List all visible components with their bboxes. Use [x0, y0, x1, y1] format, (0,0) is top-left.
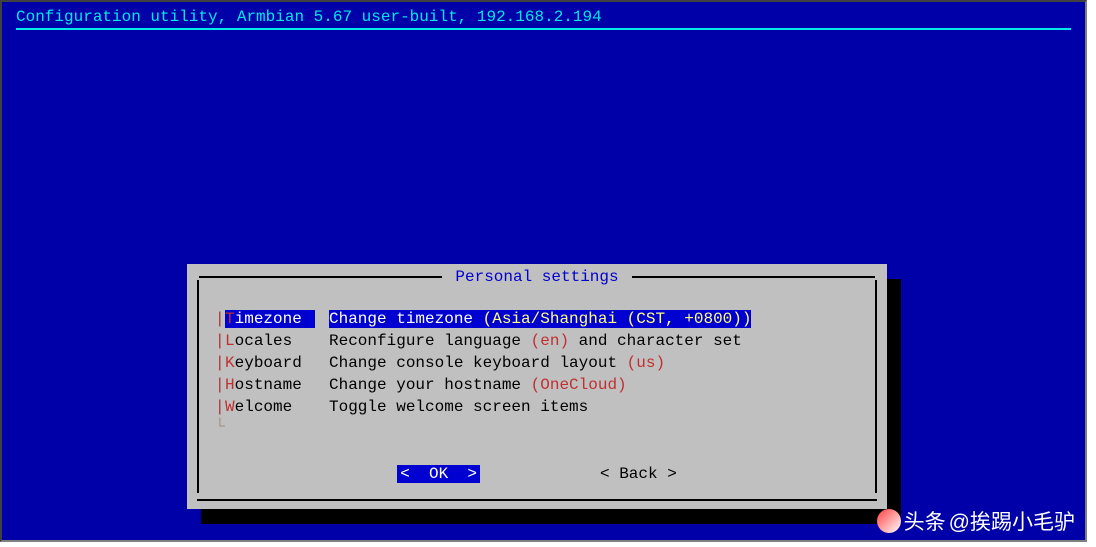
menu-bottom-marker: └	[215, 418, 859, 440]
back-button[interactable]: < Back >	[600, 465, 677, 483]
menu-list: | Timezone Change timezone (Asia/Shangha…	[199, 286, 875, 448]
menu-item-keyboard[interactable]: | Keyboard Change console keyboard layou…	[215, 352, 859, 374]
watermark-icon	[877, 509, 901, 533]
dialog-title: Personal settings	[442, 268, 632, 286]
watermark-prefix: 头条	[904, 506, 946, 536]
terminal-window: Configuration utility, Armbian 5.67 user…	[0, 0, 1087, 542]
dialog-personal-settings: Personal settings | Timezone Change time…	[187, 264, 887, 509]
watermark-handle: @挨踢小毛驴	[949, 506, 1075, 536]
dialog-top-border: Personal settings	[199, 268, 875, 286]
menu-item-locales[interactable]: | Locales Reconfigure language (en) and …	[215, 330, 859, 352]
menu-item-hostname[interactable]: | Hostname Change your hostname (OneClou…	[215, 374, 859, 396]
menu-item-welcome[interactable]: | Welcome Toggle welcome screen items	[215, 396, 859, 418]
dialog-bottom-border	[197, 499, 877, 501]
header-bar: Configuration utility, Armbian 5.67 user…	[2, 2, 1085, 32]
header-title: Configuration utility, Armbian 5.67 user…	[16, 8, 1071, 30]
ok-button[interactable]: < OK >	[397, 465, 480, 483]
menu-item-timezone[interactable]: | Timezone Change timezone (Asia/Shangha…	[215, 308, 859, 330]
watermark: 头条 @挨踢小毛驴	[877, 506, 1075, 536]
dialog-buttons: < OK > < Back >	[199, 465, 875, 483]
